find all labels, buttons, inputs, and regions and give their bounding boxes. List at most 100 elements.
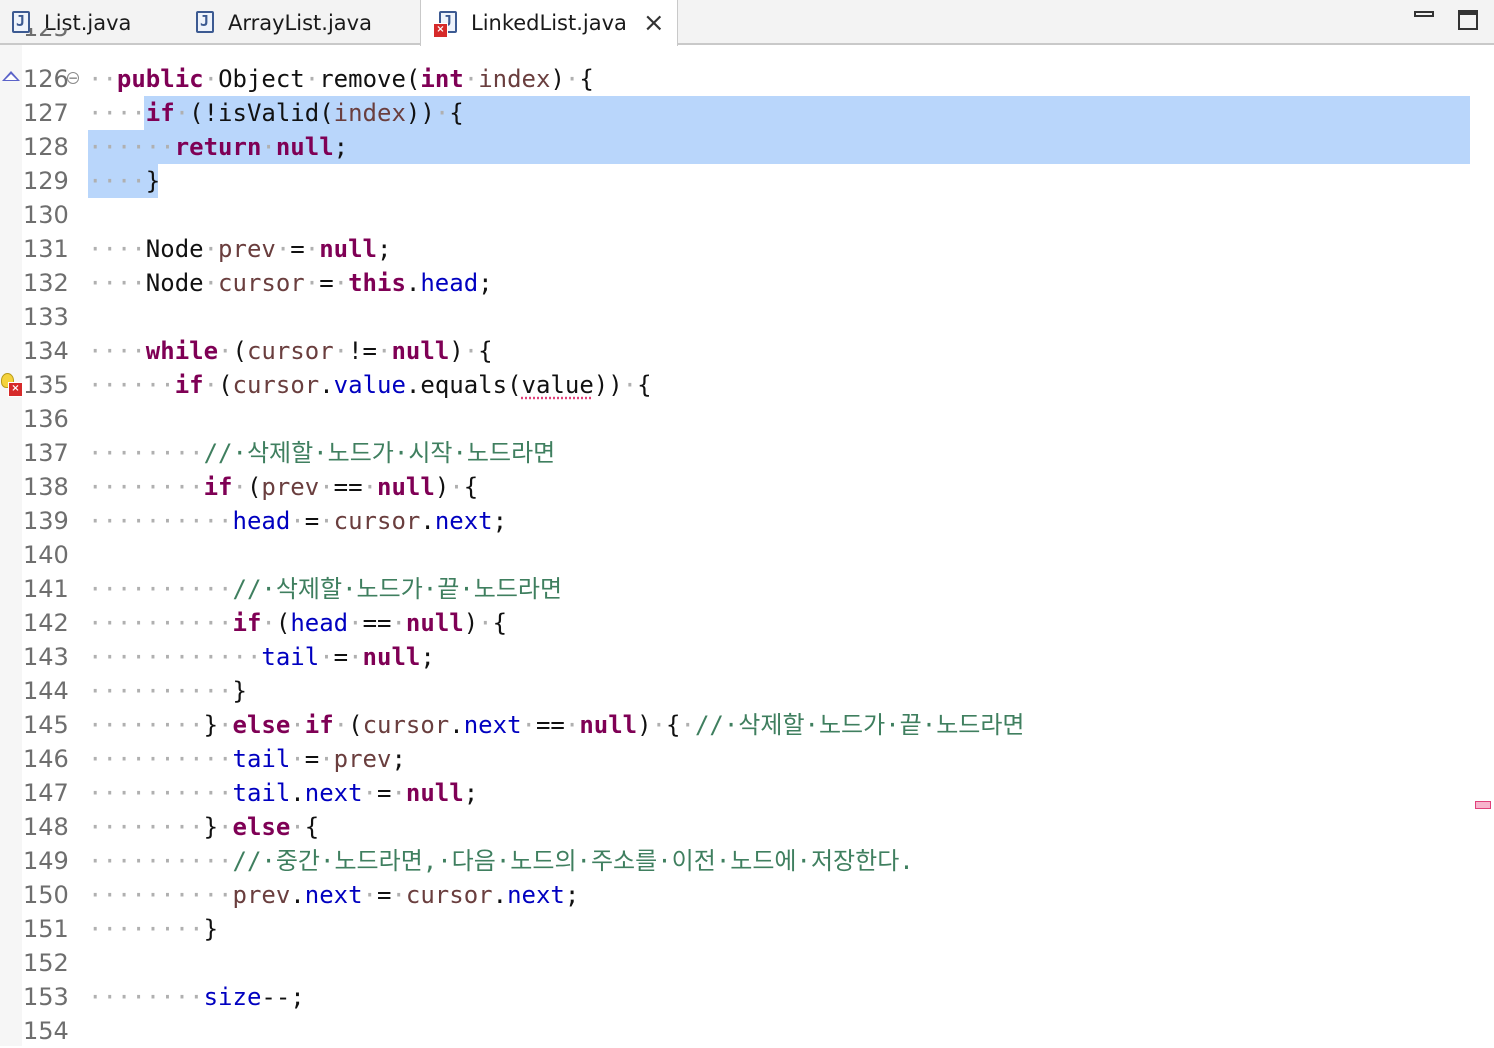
- code-token: }: [145, 167, 161, 195]
- code-token: (: [348, 711, 363, 739]
- line-number: 142: [23, 609, 69, 637]
- code-line[interactable]: 149 ··········//·중간·노드라면,·다음·노드의·주소를·이전·노…: [0, 844, 1494, 878]
- line-number: 146: [23, 745, 69, 773]
- line-number: 144: [23, 677, 69, 705]
- code-token: ··········: [88, 507, 233, 535]
- code-token: =: [304, 507, 320, 535]
- code-editor[interactable]: 125 126 ··public·Object·remove(int·index)·…: [0, 28, 1494, 1048]
- code-line[interactable]: 135 ······if·(cursor.value.equals(value))…: [0, 368, 1494, 402]
- code-line[interactable]: 141 ··········//·삭제할·노드가·끝·노드라면: [0, 572, 1494, 606]
- code-token: value: [333, 371, 406, 399]
- code-text: ··public·Object·remove(int·index)·{: [88, 62, 594, 96]
- code-token: next: [463, 711, 522, 739]
- code-token: while: [145, 337, 219, 365]
- override-indicator-icon[interactable]: [2, 71, 20, 81]
- code-line[interactable]: 145 ········}·else·if·(cursor.next·==·nul…: [0, 708, 1494, 742]
- code-line[interactable]: 146 ··········tail·=·prev;: [0, 742, 1494, 776]
- code-token: ··········: [88, 881, 233, 909]
- code-token: ·: [304, 269, 320, 297]
- code-token: .: [420, 507, 435, 535]
- code-line[interactable]: 140: [0, 538, 1494, 572]
- overview-ruler-warning-marker[interactable]: [1475, 801, 1491, 809]
- code-token: {: [579, 65, 594, 93]
- code-token: }: [232, 677, 247, 705]
- code-line[interactable]: 138 ········if·(prev·==·null)·{: [0, 470, 1494, 504]
- code-token: .equals(: [405, 371, 522, 399]
- code-line[interactable]: 126 ··public·Object·remove(int·index)·{−: [0, 62, 1494, 96]
- code-token: ·: [203, 235, 219, 263]
- code-line[interactable]: 137 ········//·삭제할·노드가·시작·노드라면: [0, 436, 1494, 470]
- code-token: ·: [304, 235, 320, 263]
- code-token: .: [319, 371, 334, 399]
- code-line[interactable]: 133: [0, 300, 1494, 334]
- code-token: ··········: [88, 847, 233, 875]
- code-token: Node: [145, 235, 204, 263]
- code-line[interactable]: 143 ············tail·=·null;: [0, 640, 1494, 674]
- line-number: 135: [23, 371, 69, 399]
- code-token: prev: [232, 881, 291, 909]
- code-line[interactable]: 151 ········}: [0, 912, 1494, 946]
- code-token: {: [478, 337, 493, 365]
- code-text: ········}·else·{: [88, 810, 319, 844]
- code-token: ·: [564, 711, 580, 739]
- code-token: .: [405, 269, 421, 297]
- code-token: ·: [622, 371, 638, 399]
- code-text: ········}·else·if·(cursor.next·==·null)·…: [88, 708, 1025, 742]
- code-line[interactable]: 125: [0, 28, 1494, 45]
- code-token: ·: [434, 99, 450, 127]
- code-token: ;: [492, 507, 508, 535]
- minimize-icon[interactable]: [1414, 11, 1434, 17]
- code-line[interactable]: 154: [0, 1014, 1494, 1048]
- code-token: prev: [218, 235, 276, 263]
- maximize-icon[interactable]: [1458, 10, 1478, 30]
- code-token: ··: [88, 65, 117, 93]
- code-token: ·: [362, 473, 378, 501]
- line-number: 139: [23, 507, 69, 535]
- code-line[interactable]: 144 ··········}: [0, 674, 1494, 708]
- code-token: ): [449, 337, 464, 365]
- code-line[interactable]: 139 ··········head·=·cursor.next;: [0, 504, 1494, 538]
- code-token: Node: [145, 269, 204, 297]
- code-line[interactable]: 150 ··········prev.next·=·cursor.next;: [0, 878, 1494, 912]
- code-token: ········: [88, 813, 204, 841]
- code-line[interactable]: 152: [0, 946, 1494, 980]
- code-line[interactable]: 130: [0, 198, 1494, 232]
- code-token: //·삭제할·노드가·끝·노드라면: [232, 575, 563, 603]
- line-number: 141: [23, 575, 69, 603]
- code-token: cursor: [333, 507, 421, 535]
- code-line[interactable]: 128 ······return·null;: [0, 130, 1494, 164]
- code-line[interactable]: 131 ····Node·prev·=·null;: [0, 232, 1494, 266]
- code-token: ·: [261, 609, 276, 637]
- code-token: null: [391, 337, 450, 365]
- code-token: ·: [391, 609, 406, 637]
- code-token: ·: [218, 337, 233, 365]
- code-token: ·: [333, 711, 349, 739]
- line-number: 143: [23, 643, 69, 671]
- code-line[interactable]: 129 ····}: [0, 164, 1494, 198]
- code-line[interactable]: 127 ····if·(!isValid(index))·{: [0, 96, 1494, 130]
- code-line[interactable]: 142 ··········if·(head·==·null)·{: [0, 606, 1494, 640]
- code-token: null: [579, 711, 638, 739]
- code-token: ·: [391, 881, 406, 909]
- code-line[interactable]: 134 ····while·(cursor·!=·null)·{: [0, 334, 1494, 368]
- code-line[interactable]: 153 ········size--;: [0, 980, 1494, 1014]
- code-token: cursor: [232, 371, 320, 399]
- code-line[interactable]: 136: [0, 402, 1494, 436]
- code-token: {: [637, 371, 652, 399]
- error-marker-icon[interactable]: ×: [8, 382, 23, 397]
- code-token: if: [174, 371, 204, 399]
- code-line[interactable]: 147 ··········tail.next·=·null;: [0, 776, 1494, 810]
- code-token: null: [319, 235, 377, 263]
- code-line[interactable]: 148 ········}·else·{: [0, 810, 1494, 844]
- line-number: 151: [23, 915, 69, 943]
- code-token: }: [203, 813, 219, 841]
- code-token: )): [593, 371, 623, 399]
- fold-collapse-icon[interactable]: −: [67, 72, 79, 84]
- code-token: ············: [88, 643, 262, 671]
- code-token: tail: [232, 745, 291, 773]
- code-line[interactable]: 132 ····Node·cursor·=·this.head;: [0, 266, 1494, 300]
- code-token: head: [290, 609, 349, 637]
- code-token: prev: [261, 473, 320, 501]
- code-token: ······: [88, 371, 175, 399]
- code-token: ·: [275, 235, 291, 263]
